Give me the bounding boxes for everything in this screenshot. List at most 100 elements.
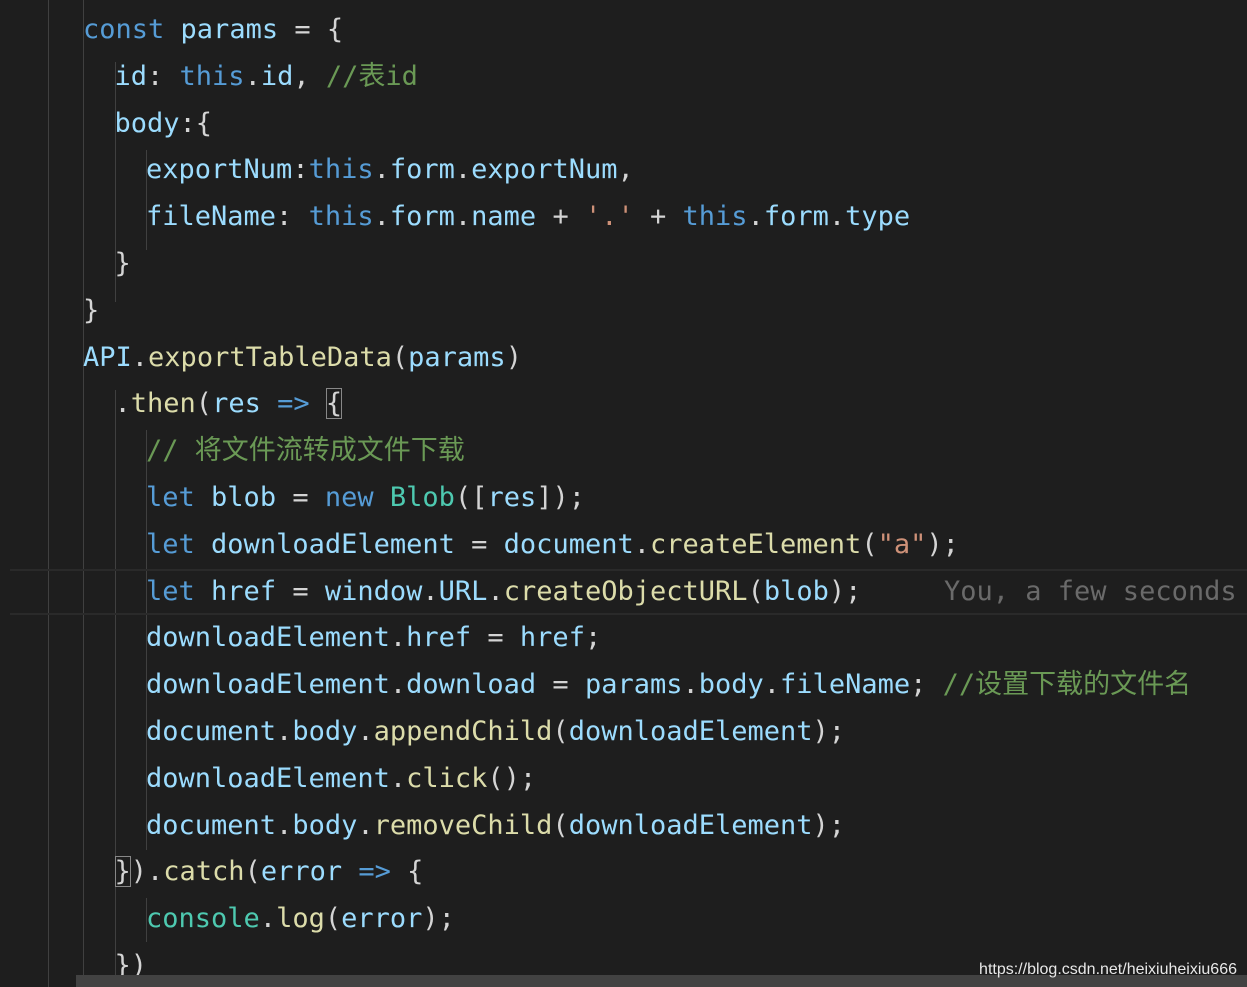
code-token: downloadElement — [568, 716, 813, 747]
code-token: let — [146, 528, 195, 560]
code-token: new — [324, 482, 374, 513]
code-token: = — [276, 575, 325, 607]
indent-guide-outer — [48, 0, 49, 987]
code-line[interactable]: id: this.id, //表id — [115, 54, 418, 101]
code-line[interactable]: fileName: this.form.name + '.' + this.fo… — [146, 194, 910, 241]
code-line[interactable]: } — [83, 288, 99, 335]
code-token: ( — [861, 528, 878, 560]
code-token: } — [83, 294, 100, 326]
code-token: ]); — [536, 482, 586, 513]
code-token: ); — [828, 575, 862, 607]
code-token: document — [503, 528, 634, 560]
code-token: ( — [244, 856, 261, 888]
code-token: , — [617, 154, 634, 186]
code-line[interactable]: API.exportTableData(params) — [83, 335, 522, 382]
code-token: + — [536, 201, 585, 233]
code-token: exportTableData — [148, 341, 392, 373]
code-token: . — [259, 903, 277, 935]
code-token: download — [406, 669, 537, 701]
code-line[interactable]: let blob = new Blob([res]); — [146, 475, 585, 522]
code-token: this — [179, 60, 245, 92]
code-token: fileName — [780, 669, 911, 701]
code-token: exportNum — [471, 154, 618, 186]
code-token: . — [276, 716, 293, 747]
code-token: . — [454, 201, 472, 233]
code-token: } — [114, 856, 131, 888]
code-token: . — [244, 60, 261, 92]
code-token: = — [536, 669, 585, 701]
code-line[interactable]: const params = { — [83, 7, 343, 54]
code-token: = — [276, 482, 325, 513]
code-token: res — [487, 482, 537, 513]
code-token: '.' — [584, 201, 634, 233]
code-token: this — [308, 154, 374, 186]
code-token: error — [260, 856, 343, 888]
code-line[interactable]: document.body.removeChild(downloadElemen… — [146, 803, 845, 850]
code-token: fileName — [146, 201, 277, 233]
code-line[interactable]: }).catch(error => { — [114, 849, 423, 896]
code-token: console — [146, 903, 260, 935]
code-token: downloadElement — [146, 669, 390, 701]
code-token: downloadElement — [146, 762, 390, 794]
code-token: ( — [747, 575, 764, 607]
code-token: . — [763, 669, 781, 701]
code-token: appendChild — [373, 716, 553, 747]
code-token: . — [276, 809, 293, 841]
code-token: href — [519, 622, 585, 654]
code-token: ). — [130, 856, 164, 888]
code-line[interactable]: body:{ — [115, 101, 213, 148]
code-token: ); — [926, 528, 959, 560]
code-line[interactable]: console.log(error); — [146, 896, 455, 943]
code-line[interactable]: .then(res => { — [115, 381, 343, 428]
code-token: let — [146, 482, 195, 513]
code-line[interactable]: document.body.appendChild(downloadElemen… — [146, 709, 845, 756]
code-token: blob — [763, 575, 829, 607]
code-token: . — [454, 154, 472, 186]
watermark: https://blog.csdn.net/heixiuheixiu666 — [979, 961, 1237, 978]
code-token: blob — [211, 482, 277, 513]
code-line[interactable]: } — [115, 241, 131, 288]
code-line[interactable]: let downloadElement = document.createEle… — [146, 522, 959, 569]
code-token: . — [747, 201, 764, 233]
code-token: document — [146, 809, 277, 841]
code-editor[interactable]: const params = {id: this.id, //表id body:{… — [0, 0, 1247, 987]
code-token: = { — [278, 14, 344, 45]
code-token: . — [422, 575, 439, 607]
code-token: . — [357, 716, 374, 747]
code-token: then — [130, 388, 196, 420]
code-token: URL — [438, 575, 488, 607]
code-token: form — [763, 201, 829, 233]
code-token: . — [389, 762, 407, 794]
code-token: . — [131, 341, 149, 373]
code-token: createElement — [649, 528, 862, 560]
code-token: => — [358, 856, 391, 888]
code-token: removeChild — [373, 809, 553, 841]
code-token: this — [308, 201, 374, 233]
code-token: ( — [552, 716, 569, 747]
code-line[interactable]: // 将文件流转成文件下载 — [146, 428, 465, 475]
code-token: . — [357, 809, 374, 841]
code-token: params — [584, 669, 683, 701]
code-comment: // 将文件流转成文件下载 — [146, 435, 465, 467]
code-line[interactable]: downloadElement.href = href; — [146, 615, 601, 662]
code-token: ); — [812, 716, 846, 747]
code-line[interactable]: exportNum:this.form.exportNum, — [146, 147, 634, 194]
code-token: . — [373, 154, 390, 186]
code-token: . — [487, 575, 504, 607]
code-token: ( — [391, 341, 409, 373]
code-token: : — [147, 60, 180, 92]
code-token: ; — [584, 622, 602, 654]
code-line[interactable]: downloadElement.download = params.body.f… — [146, 662, 1191, 709]
code-token: params — [408, 341, 506, 373]
code-token: . — [114, 388, 131, 420]
code-line[interactable]: let href = window.URL.createObjectURL(bl… — [146, 569, 861, 616]
code-line[interactable]: downloadElement.click(); — [146, 756, 536, 803]
code-token: form — [389, 201, 455, 233]
code-token: log — [276, 903, 325, 935]
code-token: = — [471, 622, 520, 654]
